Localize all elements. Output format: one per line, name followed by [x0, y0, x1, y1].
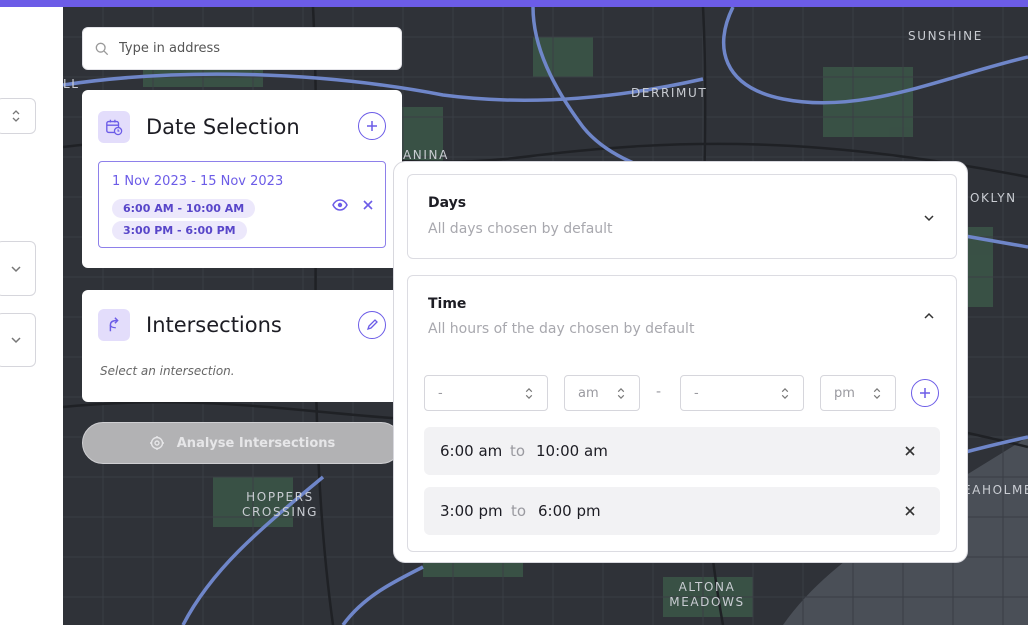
- updown-icon: [525, 388, 533, 399]
- eye-icon[interactable]: [331, 196, 349, 214]
- updown-icon: [873, 388, 881, 399]
- end-hour-value: -: [694, 385, 699, 401]
- map-label-ll: LL: [63, 77, 80, 91]
- chevron-down-icon[interactable]: [922, 211, 936, 225]
- map-label-altona-line2: MEADOWS: [669, 595, 745, 609]
- map-label-hoppers-line1: HOPPERS: [246, 490, 314, 504]
- time-pill-2: 3:00 PM - 6:00 PM: [112, 221, 247, 240]
- range-from: 6:00 am: [440, 442, 503, 460]
- range-separator: -: [656, 384, 662, 400]
- date-filter-popover: Days All days chosen by default Time All…: [393, 161, 968, 563]
- scan-icon: [149, 436, 164, 450]
- start-hour-value: -: [438, 385, 443, 401]
- start-period-value: am: [578, 385, 599, 401]
- time-subtitle: All hours of the day chosen by default: [428, 321, 695, 337]
- date-entry[interactable]: 1 Nov 2023 - 15 Nov 2023 6:00 AM - 10:00…: [98, 161, 386, 248]
- time-title: Time: [428, 296, 467, 312]
- dropdown-2[interactable]: [0, 313, 36, 367]
- route-icon: [98, 309, 130, 341]
- days-subtitle: All days chosen by default: [428, 221, 613, 237]
- intersection-hint: Select an intersection.: [100, 364, 235, 378]
- date-selection-card: Date Selection 1 Nov 2023 - 15 Nov 2023 …: [82, 90, 402, 268]
- search-icon: [95, 42, 109, 55]
- edit-intersections-button[interactable]: [358, 311, 386, 339]
- end-period-select[interactable]: pm: [820, 375, 896, 411]
- map-label-hoppers-line2: CROSSING: [241, 505, 318, 519]
- start-hour-select[interactable]: -: [424, 375, 548, 411]
- start-period-select[interactable]: am: [564, 375, 640, 411]
- address-search: [82, 27, 402, 70]
- time-section: Time All hours of the day chosen by defa…: [407, 275, 957, 552]
- end-period-value: pm: [834, 385, 855, 401]
- map-label-hoppers-crossing: HOPPERS CROSSING: [241, 490, 319, 520]
- intersections-title: Intersections: [146, 313, 282, 337]
- map-label-eaholme: EAHOLME: [963, 483, 1028, 497]
- left-panel: [0, 7, 63, 625]
- updown-select[interactable]: [0, 98, 36, 134]
- top-accent-bar: [0, 0, 1028, 7]
- map-label-altona-line1: ALTONA: [678, 580, 736, 594]
- map-label-oklyn: OKLYN: [970, 191, 1017, 205]
- chevron-up-icon[interactable]: [922, 309, 936, 323]
- chevron-down-icon: [11, 265, 21, 272]
- calendar-clock-icon: [98, 111, 130, 143]
- updown-icon: [12, 110, 20, 122]
- range-to-word: to: [510, 442, 526, 460]
- add-date-button[interactable]: [358, 112, 386, 140]
- remove-range-icon[interactable]: [902, 503, 918, 519]
- search-input[interactable]: [119, 41, 379, 56]
- chevron-down-icon: [11, 337, 21, 344]
- analyse-label: Analyse Intersections: [176, 435, 336, 451]
- intersections-card: Intersections Select an intersection.: [82, 290, 402, 402]
- range-to: 6:00 pm: [538, 502, 601, 520]
- analyse-intersections-button[interactable]: Analyse Intersections: [82, 422, 402, 464]
- range-to-word: to: [511, 502, 527, 520]
- map-label-derrimut: DERRIMUT: [631, 86, 708, 100]
- plus-icon: [920, 388, 930, 398]
- days-section[interactable]: Days All days chosen by default: [407, 174, 957, 259]
- time-range-row: 3:00 pm to 6:00 pm: [424, 487, 940, 535]
- time-pill-1: 6:00 AM - 10:00 AM: [112, 199, 256, 218]
- plus-icon: [367, 121, 377, 131]
- end-hour-select[interactable]: -: [680, 375, 804, 411]
- edit-icon: [366, 319, 378, 331]
- updown-icon: [781, 388, 789, 399]
- date-selection-title: Date Selection: [146, 115, 300, 139]
- updown-icon: [617, 388, 625, 399]
- dropdown-1[interactable]: [0, 241, 36, 296]
- remove-range-icon[interactable]: [902, 443, 918, 459]
- range-to: 10:00 am: [536, 442, 608, 460]
- date-range-text: 1 Nov 2023 - 15 Nov 2023: [112, 174, 284, 189]
- map-label-altona-meadows: ALTONA MEADOWS: [668, 580, 746, 610]
- add-time-range-button[interactable]: [911, 379, 939, 407]
- days-title: Days: [428, 195, 467, 211]
- map-label-sunshine: SUNSHINE: [908, 29, 983, 43]
- range-from: 3:00 pm: [440, 502, 503, 520]
- close-icon[interactable]: [359, 196, 377, 214]
- time-range-row: 6:00 am to 10:00 am: [424, 427, 940, 475]
